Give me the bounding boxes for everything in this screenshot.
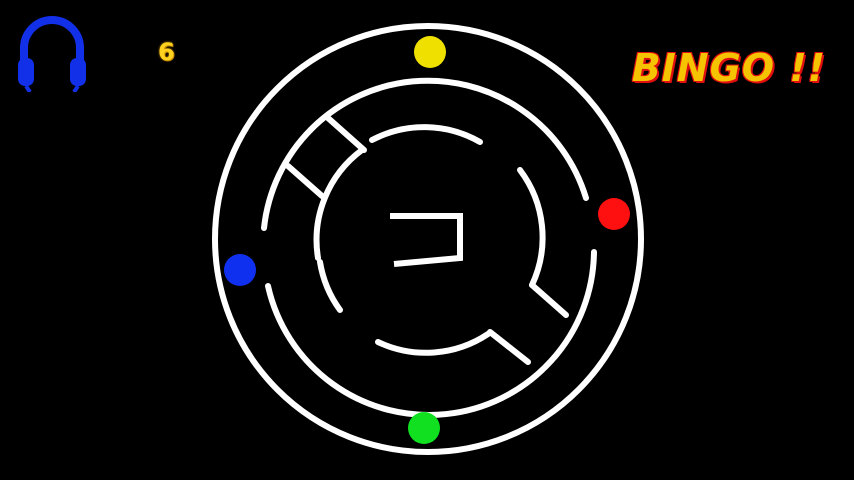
blue-ball[interactable] bbox=[224, 254, 256, 286]
goal-symbol bbox=[390, 213, 463, 267]
maze-connector-bottom bbox=[487, 329, 531, 365]
maze-ring-2-segment-bottom bbox=[265, 249, 597, 418]
maze-ring-3-segment-bottom bbox=[375, 331, 491, 356]
maze-ring-3-segment-left bbox=[313, 147, 365, 261]
yellow-ball[interactable] bbox=[414, 36, 446, 68]
maze-connector-right bbox=[529, 282, 569, 318]
green-ball[interactable] bbox=[408, 412, 440, 444]
maze-ring-3-segment-lower-left bbox=[317, 259, 343, 313]
maze-ring-3-segment-right bbox=[517, 167, 546, 288]
game-screen: 6 BINGO !! bbox=[0, 0, 854, 480]
maze-connector-left bbox=[285, 163, 325, 199]
circular-maze[interactable] bbox=[0, 0, 854, 480]
red-ball[interactable] bbox=[598, 198, 630, 230]
maze-ring-3-segment-top bbox=[369, 124, 483, 145]
maze-outer-ring bbox=[212, 23, 644, 455]
maze-connector-upper-left bbox=[325, 115, 367, 153]
